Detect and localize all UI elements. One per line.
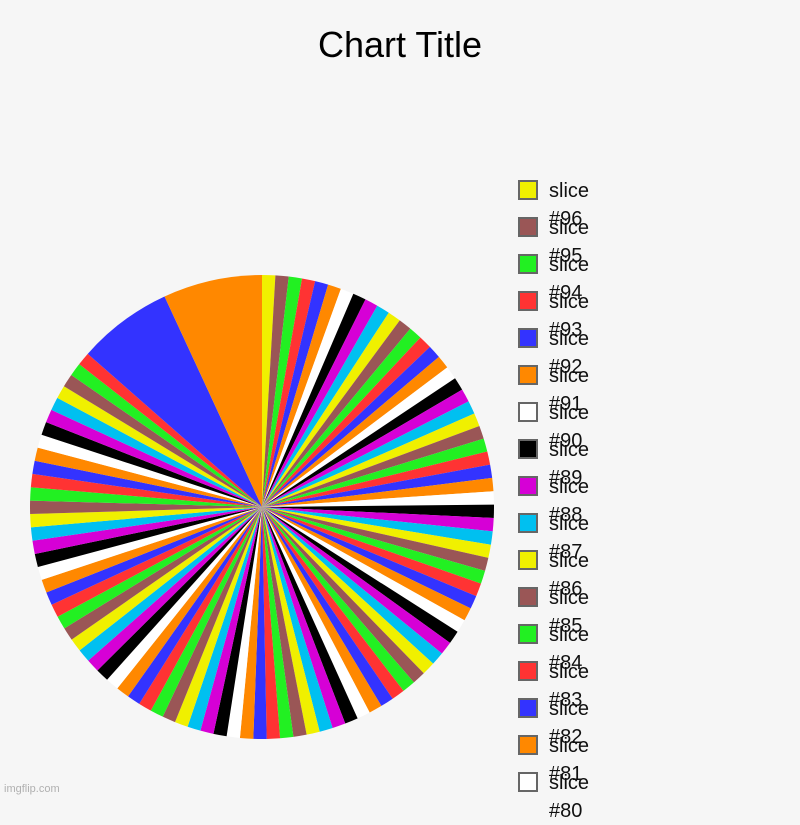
legend-swatch (518, 476, 538, 496)
legend-swatch (518, 661, 538, 681)
legend-swatch (518, 365, 538, 385)
legend-swatch (518, 180, 538, 200)
legend-swatch (518, 254, 538, 274)
legend-swatch (518, 550, 538, 570)
legend-swatch (518, 328, 538, 348)
legend-swatch (518, 439, 538, 459)
legend-swatch (518, 735, 538, 755)
legend-label: slice #80 (549, 772, 590, 822)
legend-swatch (518, 772, 538, 792)
watermark: imgflip.com (4, 783, 60, 795)
pie-chart (30, 275, 494, 739)
legend-swatch (518, 291, 538, 311)
legend-swatch (518, 513, 538, 533)
legend-swatch (518, 217, 538, 237)
legend-swatch (518, 624, 538, 644)
legend-swatch (518, 587, 538, 607)
legend-swatch (518, 698, 538, 718)
legend-swatch (518, 402, 538, 422)
